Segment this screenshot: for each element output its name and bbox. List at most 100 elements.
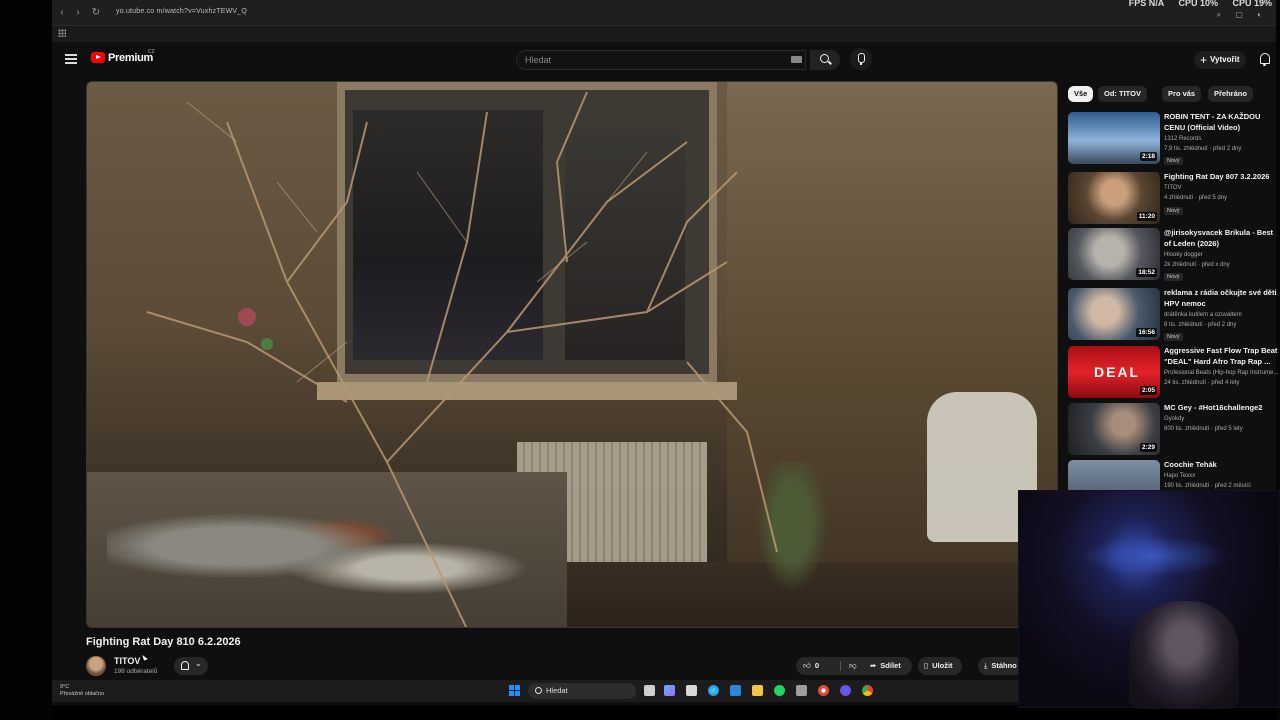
duration-badge: 11:20 — [1136, 212, 1157, 221]
notifications-bell-icon[interactable] — [1260, 53, 1270, 66]
file-explorer-icon[interactable] — [752, 685, 763, 696]
left-black-border — [0, 0, 52, 720]
calculator-icon[interactable] — [686, 685, 697, 696]
taskbar-search-input[interactable]: Hledat — [528, 683, 636, 699]
video-thumbnail[interactable]: 16:56 — [1068, 288, 1160, 340]
windows-start-icon[interactable] — [509, 685, 520, 696]
cpu-readout-2: CPU 19% — [1232, 0, 1272, 8]
recommendation-stats: 24 tis. zhlédnutí · před 4 lety — [1164, 380, 1240, 386]
recommendation-stats: 800 tis. zhlédnutí · před 5 lety — [1164, 426, 1243, 432]
app-icon[interactable] — [796, 685, 807, 696]
recommendation-channel[interactable]: Gyokdy — [1164, 415, 1278, 424]
chip-all[interactable]: Vše — [1068, 86, 1094, 102]
recommendation-title[interactable]: reklama z rádia očkujte své děti HPV nem… — [1164, 288, 1278, 309]
copilot-icon[interactable] — [664, 685, 675, 696]
youtube-logo-icon[interactable] — [91, 52, 105, 63]
obs-icon[interactable] — [818, 685, 829, 696]
chip-watched[interactable]: Přehráno — [1208, 86, 1253, 102]
duration-badge: 18:52 — [1136, 268, 1157, 277]
forward-arrow-icon[interactable]: › — [72, 7, 84, 19]
recommendation-channel[interactable]: TITOV — [1164, 184, 1278, 193]
thumbs-down-icon: 👎︎ — [849, 661, 857, 670]
recommendation-item[interactable]: 18:52 @jirisokysvacek Brikula - Best of … — [1068, 228, 1278, 284]
recommendation-channel[interactable]: Hlooky dogger — [1164, 251, 1278, 260]
recommendation-title[interactable]: Fighting Rat Day 807 3.2.2026 — [1164, 172, 1278, 183]
subscriber-count: 198 odběratelů — [114, 668, 158, 675]
chrome-icon[interactable] — [862, 685, 873, 696]
recommendation-channel[interactable]: 1312 Records — [1164, 135, 1278, 144]
download-label: Stáhno — [991, 661, 1017, 670]
video-player[interactable] — [86, 81, 1058, 628]
download-icon: ⤓ — [984, 661, 988, 670]
recommendation-title[interactable]: MC Gey - #Hot16challenge2 — [1164, 403, 1278, 414]
task-view-icon[interactable] — [644, 685, 655, 696]
channel-avatar[interactable] — [86, 656, 106, 676]
thumbnail-deal-text: DEAL — [1094, 364, 1141, 380]
reload-icon[interactable]: ↻ — [90, 7, 102, 19]
recommendation-item[interactable]: Coochie Tehák Hapo Texxx 190 tis. zhlédn… — [1068, 460, 1278, 490]
dislike-button[interactable]: 👎︎ — [849, 657, 861, 675]
recommendation-channel[interactable]: drátěnka kutilem a ozsvaltem — [1164, 311, 1278, 320]
edge-browser-icon[interactable] — [708, 685, 719, 696]
recommendation-title[interactable]: Aggressive Fast Flow Trap Beat "DEAL" Ha… — [1164, 346, 1278, 367]
cpu-readout: CPU 10% — [1178, 0, 1218, 8]
share-arrow-icon: ➦ — [870, 661, 877, 670]
discord-icon[interactable] — [840, 685, 851, 696]
recommendation-item[interactable]: 16:56 reklama z rádia očkujte své děti H… — [1068, 288, 1278, 344]
bell-icon — [181, 661, 189, 670]
browser-toolbar: ‹ › ↻ yo.utube.co m/watch?v=VuxhzTEWV_Q … — [52, 0, 1276, 26]
store-icon[interactable] — [730, 685, 741, 696]
bookmarks-bar — [52, 26, 1276, 42]
recommendation-item[interactable]: 2:18 ROBIN TENT - ZA KAŽDOU CENU (Offici… — [1068, 112, 1278, 168]
fps-readout: FPS N/A — [1128, 0, 1164, 8]
video-thumbnail[interactable]: DEAL 2:05 — [1068, 346, 1160, 398]
voice-search-mic-icon[interactable] — [850, 48, 872, 70]
address-bar[interactable]: yo.utube.co m/watch?v=VuxhzTEWV_Q — [116, 8, 247, 15]
video-frame-branches — [146, 91, 778, 627]
recommendation-title[interactable]: @jirisokysvacek Brikula - Best of Leden … — [1164, 228, 1278, 249]
video-title: Fighting Rat Day 810 6.2.2026 — [86, 636, 241, 648]
recommendation-item[interactable]: 11:20 Fighting Rat Day 807 3.2.2026 TITO… — [1068, 172, 1278, 228]
share-button[interactable]: ➦ Sdílet — [864, 657, 912, 675]
video-thumbnail[interactable] — [1068, 460, 1160, 490]
video-thumbnail[interactable]: 2:18 — [1068, 112, 1160, 164]
recommendation-item[interactable]: 2:29 MC Gey - #Hot16challenge2 Gyokdy 80… — [1068, 403, 1278, 459]
weather-text: Převážně oblačno — [60, 691, 105, 697]
chip-from-channel[interactable]: Od: TITOV — [1098, 86, 1147, 102]
region-code: CZ — [148, 49, 155, 55]
create-button[interactable]: + Vytvořit — [1194, 51, 1246, 69]
recommendation-title[interactable]: ROBIN TENT - ZA KAŽDOU CENU (Official Vi… — [1164, 112, 1278, 133]
video-thumbnail[interactable]: 18:52 — [1068, 228, 1160, 280]
recommendation-stats: 8 tis. zhlédnutí · před 2 dny — [1164, 322, 1237, 328]
recommendation-channel[interactable]: Hapo Texxx — [1164, 472, 1278, 481]
chip-for-you[interactable]: Pro vás — [1162, 86, 1202, 102]
recommendation-item[interactable]: DEAL 2:05 Aggressive Fast Flow Trap Beat… — [1068, 346, 1278, 402]
thumbs-up-icon: 👍︎ — [803, 661, 811, 670]
like-button[interactable]: 👍︎ 0 — [803, 657, 819, 675]
new-badge: Nový — [1164, 207, 1183, 215]
streamer-silhouette — [1129, 601, 1239, 709]
browser-extension-icons[interactable]: ⌕ ▢ ◐ — [1217, 10, 1268, 20]
keyboard-icon[interactable] — [791, 56, 802, 63]
search-input[interactable]: Hledat — [516, 50, 806, 70]
video-thumbnail[interactable]: 2:29 — [1068, 403, 1160, 455]
back-arrow-icon[interactable]: ‹ — [56, 7, 68, 19]
save-button[interactable]: ▯ Uložit — [918, 657, 962, 675]
search-button[interactable] — [810, 50, 840, 70]
search-icon — [820, 54, 829, 63]
youtube-premium-logo-text[interactable]: Premium — [108, 52, 153, 64]
channel-name[interactable]: TITOV — [114, 656, 140, 666]
recommendation-channel[interactable]: Profesional Beats (Hip-hop Rap Instrume.… — [1164, 369, 1278, 378]
whatsapp-icon[interactable] — [774, 685, 785, 696]
subscription-bell-button[interactable]: ⌄ — [174, 657, 208, 675]
youtube-masthead: Premium CZ Hledat + Vytvořit — [52, 42, 1276, 78]
weather-widget[interactable]: 9°C Převážně oblačno — [60, 684, 104, 698]
hamburger-menu-icon[interactable] — [65, 54, 77, 64]
recommendation-stats: 4 zhlédnutí · před 5 dny — [1164, 195, 1228, 201]
recommendation-title[interactable]: Coochie Tehák — [1164, 460, 1278, 471]
desktop-screen: ‹ › ↻ yo.utube.co m/watch?v=VuxhzTEWV_Q … — [52, 0, 1280, 709]
save-label: Uložit — [932, 661, 953, 670]
apps-grid-icon[interactable] — [58, 29, 66, 37]
duration-badge: 2:29 — [1139, 443, 1157, 452]
video-thumbnail[interactable]: 11:20 — [1068, 172, 1160, 224]
